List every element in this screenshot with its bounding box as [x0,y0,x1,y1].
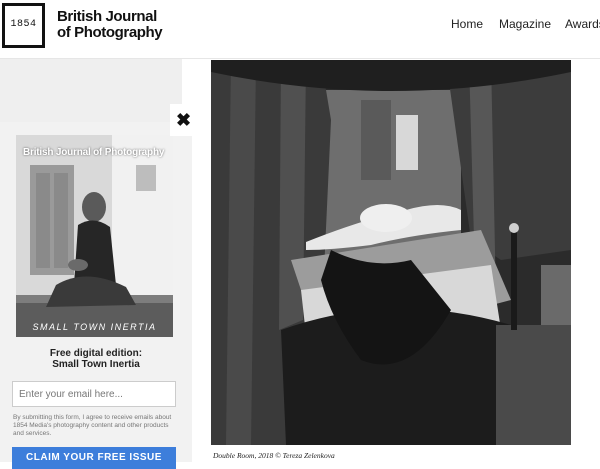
magazine-cover: British Journal of Photography SMALL TOW… [16,135,173,337]
site-header: 1854 British Journal of Photography Home… [0,0,600,59]
photo-image [211,60,571,445]
close-icon[interactable]: ✖ [170,104,197,136]
photo-caption: Double Room, 2018 © Tereza Zelenkova [213,451,335,460]
free-edition-line-2: Small Town Inertia [52,359,140,370]
brand-line-1: British Journal [57,8,157,25]
consent-disclaimer: By submitting this form, I agree to rece… [13,414,172,437]
cover-subtitle: SMALL TOWN INERTIA [32,322,157,332]
free-edition-line-1: Free digital edition: [49,348,143,359]
brand-line-2: of Photography [57,24,163,41]
article-photo [211,60,571,445]
newsletter-popup: British Journal of Photography SMALL TOW… [0,122,192,469]
free-edition-heading: Free digital edition: Small Town Inertia [0,348,192,370]
cover-title: British Journal of Photography [23,147,165,158]
brand-wordmark[interactable]: British Journal of Photography [57,8,163,41]
logo-1854[interactable]: 1854 [2,3,45,48]
logo-year: 1854 [10,19,37,30]
nav-awards[interactable]: Awards [565,17,600,31]
nav-home[interactable]: Home [451,17,483,31]
nav-magazine[interactable]: Magazine [499,17,551,31]
claim-free-issue-button[interactable]: CLAIM YOUR FREE ISSUE [12,447,176,469]
cover-photo [16,135,173,337]
email-input[interactable] [12,381,176,407]
